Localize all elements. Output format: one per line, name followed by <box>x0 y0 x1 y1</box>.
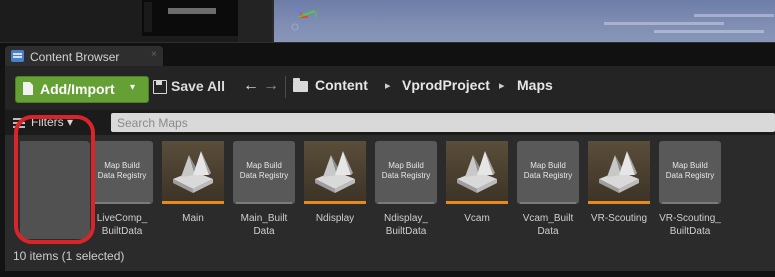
registry-thumbnail: Map Build Data Registry <box>91 141 153 204</box>
content-browser-icon <box>11 50 24 62</box>
asset-tile[interactable]: Main <box>162 141 224 241</box>
asset-tile[interactable]: Map Build Data Registry Main_Built Data <box>233 141 295 241</box>
asset-tile[interactable]: Ndisplay <box>304 141 366 241</box>
content-browser-toolbar: Add/Import ▾ Save All ← → Content ▸ Vpro… <box>5 66 775 110</box>
selected-tile-highlight <box>20 141 90 239</box>
filter-bar: Filters ▾ <box>5 110 775 135</box>
map-thumbnail <box>162 141 224 204</box>
asset-grid: LiveCompMap Build Data RegistryLiveComp_… <box>5 135 775 245</box>
toolbar-divider <box>285 76 286 98</box>
search-box[interactable] <box>111 113 775 132</box>
folder-icon[interactable] <box>293 78 308 92</box>
forward-arrow-icon[interactable]: → <box>263 77 279 95</box>
add-import-label: Add/Import <box>40 81 115 97</box>
tab-close-icon[interactable]: × <box>151 49 157 60</box>
breadcrumb-vprodproject[interactable]: VprodProject <box>402 77 490 93</box>
search-input[interactable] <box>111 113 775 132</box>
new-document-icon <box>23 82 33 95</box>
add-import-button[interactable]: Add/Import ▾ <box>15 76 149 103</box>
map-thumbnail <box>304 141 366 204</box>
asset-tile[interactable]: Map Build Data Registry LiveComp_ BuiltDa… <box>91 141 153 241</box>
map-thumbnail <box>588 141 650 204</box>
tab-content-browser[interactable]: Content Browser × <box>5 46 163 67</box>
registry-thumb-text: Map Build Data Registry <box>97 161 147 180</box>
save-icon <box>153 80 167 94</box>
filters-label: Filters ▾ <box>31 115 74 129</box>
level-map-icon <box>173 151 213 193</box>
map-thumbnail <box>446 141 508 204</box>
breadcrumb-arrow-icon[interactable]: ▸ <box>499 79 505 92</box>
axis-gizmo-icon: x y <box>291 5 318 31</box>
asset-name: VR-Scouting <box>590 213 648 224</box>
asset-name: Main_Built Data <box>240 213 288 237</box>
item-count: 10 items (1 selected) <box>13 249 125 263</box>
filter-list-icon <box>13 118 25 120</box>
level-map-icon <box>457 151 497 193</box>
breadcrumb-maps[interactable]: Maps <box>517 77 553 93</box>
registry-thumbnail: Map Build Data Registry <box>517 141 579 204</box>
level-map-icon <box>315 151 355 193</box>
registry-thumb-text: Map Build Data Registry <box>239 161 289 180</box>
asset-name: Main <box>182 213 204 224</box>
save-all-label: Save All <box>171 78 225 94</box>
viewport-scene[interactable]: x y <box>272 0 775 42</box>
status-bar: 10 items (1 selected) <box>5 245 775 271</box>
asset-name: Vcam_Built Data <box>522 213 574 237</box>
registry-thumb-text: Map Build Data Registry <box>381 161 431 180</box>
registry-thumbnail: Map Build Data Registry <box>659 141 721 204</box>
asset-tile[interactable]: Map Build Data Registry Ndisplay_ BuiltDa… <box>375 141 437 241</box>
asset-tile[interactable]: Map Build Data Registry Vcam_Built Data <box>517 141 579 241</box>
breadcrumb-arrow-icon[interactable]: ▸ <box>385 79 391 92</box>
registry-thumb-text: Map Build Data Registry <box>665 161 715 180</box>
asset-tile[interactable]: VR-Scouting <box>588 141 650 241</box>
registry-thumb-text: Map Build Data Registry <box>523 161 573 180</box>
filters-button[interactable]: Filters ▾ <box>13 114 109 132</box>
tab-bar: Content Browser × <box>0 42 775 67</box>
registry-thumbnail: Map Build Data Registry <box>375 141 437 204</box>
breadcrumb-content[interactable]: Content <box>315 77 368 93</box>
level-viewport[interactable]: x y <box>0 0 775 42</box>
asset-name: Ndisplay <box>315 213 355 224</box>
asset-tile[interactable]: Map Build Data Registry VR-Scouting_ Buil… <box>659 141 721 241</box>
viewport-divider <box>238 0 272 42</box>
tab-label: Content Browser <box>30 50 120 64</box>
asset-name: Ndisplay_ BuiltData <box>384 213 428 237</box>
asset-name: Vcam <box>464 213 490 224</box>
asset-name: LiveComp_ BuiltData <box>96 213 148 237</box>
asset-tile[interactable]: Vcam <box>446 141 508 241</box>
asset-name: VR-Scouting_ BuiltData <box>659 213 721 237</box>
axis-x-label: x <box>299 9 303 18</box>
level-map-icon <box>599 151 639 193</box>
registry-thumbnail: Map Build Data Registry <box>233 141 295 204</box>
chevron-down-icon: ▾ <box>130 82 136 93</box>
axis-y-label: y <box>314 9 318 18</box>
viewport-side-panel <box>142 0 238 36</box>
back-arrow-icon[interactable]: ← <box>243 77 259 95</box>
